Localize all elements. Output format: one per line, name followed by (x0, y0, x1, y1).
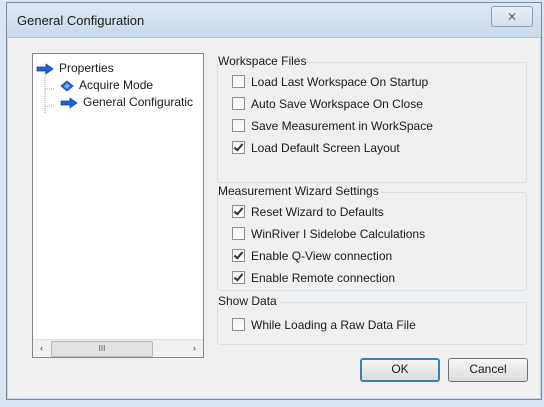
enable-remote-checkbox[interactable]: Enable Remote connection (232, 270, 395, 286)
ok-button[interactable]: OK (360, 358, 440, 382)
auto-save-workspace-checkbox[interactable]: Auto Save Workspace On Close (232, 96, 423, 112)
close-button[interactable]: ⨯ (491, 6, 533, 27)
checkbox-label: Load Default Screen Layout (251, 140, 400, 155)
tree-item-acquire-mode[interactable]: Acquire Mode (60, 78, 153, 92)
load-default-layout-checkbox[interactable]: Load Default Screen Layout (232, 140, 400, 156)
workspace-files-group: Workspace Files Load Last Workspace On S… (217, 54, 527, 183)
checkbox-label: Save Measurement in WorkSpace (251, 118, 433, 133)
sidelobe-calculations-checkbox[interactable]: WinRiver I Sidelobe Calculations (232, 226, 425, 242)
cancel-button[interactable]: Cancel (448, 358, 528, 382)
checkbox-label: Load Last Workspace On Startup (251, 74, 429, 89)
checkbox-box[interactable] (232, 249, 245, 263)
checkbox-box[interactable] (232, 97, 245, 111)
show-data-group: Show Data While Loading a Raw Data File (217, 294, 527, 345)
checkbox-box[interactable] (232, 318, 245, 332)
dialog-client: Properties Acquire Mode General Configur… (15, 41, 533, 391)
tree-item-label: Acquire Mode (79, 78, 154, 92)
group-title: Show Data (218, 294, 279, 308)
blue-diamond-icon (60, 80, 74, 92)
enable-qview-checkbox[interactable]: Enable Q-View connection (232, 248, 392, 264)
tree-item-properties[interactable]: Properties (36, 61, 114, 75)
wizard-settings-group: Measurement Wizard Settings Reset Wizard… (217, 184, 527, 291)
checkbox-box[interactable] (232, 75, 245, 89)
blue-arrow-icon (36, 63, 54, 75)
title-bar[interactable]: General Configuration ⨯ (7, 3, 541, 38)
tree-item-general-configuration[interactable]: General Configuratic (60, 95, 193, 109)
checkbox-box[interactable] (232, 271, 245, 285)
checkbox-label: While Loading a Raw Data File (251, 317, 416, 332)
blue-arrow-icon (60, 97, 78, 109)
properties-tree[interactable]: Properties Acquire Mode General Configur… (32, 53, 204, 358)
checkbox-box[interactable] (232, 119, 245, 133)
group-title: Measurement Wizard Settings (218, 184, 381, 198)
load-last-workspace-checkbox[interactable]: Load Last Workspace On Startup (232, 74, 428, 90)
checkbox-label: Reset Wizard to Defaults (251, 204, 384, 219)
window-title: General Configuration (17, 13, 145, 28)
dialog-window: General Configuration ⨯ Properties Acqui… (6, 2, 542, 400)
checkbox-label: Enable Remote connection (251, 270, 396, 285)
tree-item-label: General Configuratic (83, 95, 194, 109)
checkbox-label: Enable Q-View connection (251, 248, 393, 263)
raw-data-file-checkbox[interactable]: While Loading a Raw Data File (232, 317, 416, 333)
checkbox-box[interactable] (232, 141, 245, 155)
tree-item-label: Properties (59, 61, 114, 75)
reset-wizard-checkbox[interactable]: Reset Wizard to Defaults (232, 204, 384, 220)
save-measurement-checkbox[interactable]: Save Measurement in WorkSpace (232, 118, 433, 134)
scroll-left-arrow-icon[interactable]: ‹ (33, 340, 50, 357)
group-title: Workspace Files (218, 54, 309, 68)
checkbox-label: Auto Save Workspace On Close (251, 96, 423, 111)
checkbox-box[interactable] (232, 205, 245, 219)
scrollbar-thumb[interactable]: III (51, 341, 153, 357)
tree-horizontal-scrollbar[interactable]: ‹ III › (33, 339, 203, 357)
scroll-right-arrow-icon[interactable]: › (186, 340, 203, 357)
checkbox-box[interactable] (232, 227, 245, 241)
checkbox-label: WinRiver I Sidelobe Calculations (251, 226, 426, 241)
